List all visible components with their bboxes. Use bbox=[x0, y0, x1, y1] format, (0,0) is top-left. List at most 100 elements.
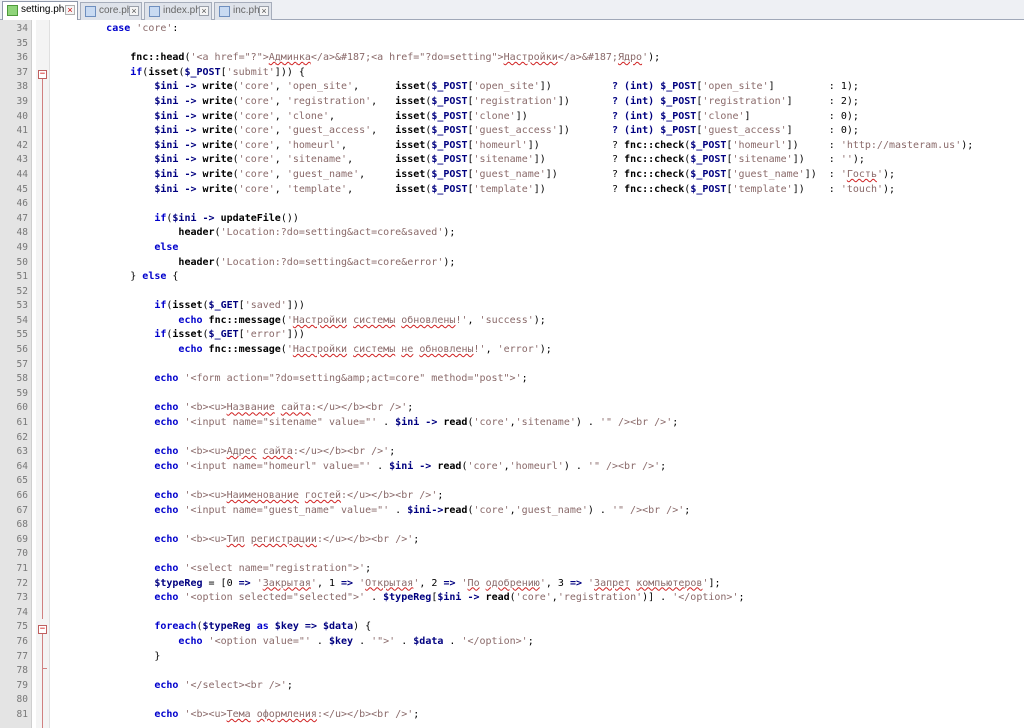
tab-label: setting.php bbox=[21, 4, 70, 15]
code-text: if(isset($_GET['saved'])) bbox=[154, 300, 305, 312]
code-line: 71 echo '<select name="registration">'; bbox=[0, 562, 1024, 577]
close-icon[interactable]: × bbox=[259, 6, 269, 16]
line-number: 34 bbox=[16, 23, 28, 34]
code-text: } bbox=[58, 650, 161, 662]
line-number: 54 bbox=[16, 314, 28, 326]
code-text: echo '<option selected="selected">' . $t… bbox=[154, 592, 745, 604]
code-editor[interactable]: − − 34 case 'core': 35 36 fnc::head('<a hr… bbox=[0, 20, 1024, 728]
code-line: 37 if(isset($_POST['submit'])) { bbox=[0, 66, 1024, 81]
line-number: 74 bbox=[16, 606, 28, 618]
line-number: 61 bbox=[16, 417, 28, 429]
code-line: 51 } else { bbox=[0, 270, 1024, 285]
line-number: 41 bbox=[16, 125, 28, 137]
code-text: $ini -> write('core', 'guest_access', is… bbox=[154, 125, 859, 137]
line-number: 47 bbox=[16, 212, 28, 224]
code-line: 54 echo fnc::message('Настройки системы … bbox=[0, 314, 1024, 329]
close-icon[interactable]: × bbox=[65, 5, 75, 15]
close-icon[interactable]: × bbox=[199, 6, 209, 16]
code-text: $ini -> write('core', 'guest_name', isse… bbox=[154, 168, 896, 180]
code-line: 40 $ini -> write('core', 'clone', isset(… bbox=[0, 110, 1024, 125]
code-line: 35 bbox=[0, 37, 1024, 52]
code-line: 75 foreach($typeReg as $key => $data) { bbox=[0, 620, 1024, 635]
code-line: 39 $ini -> write('core', 'registration',… bbox=[0, 95, 1024, 110]
code-line: 52 bbox=[0, 285, 1024, 300]
line-number: 60 bbox=[16, 402, 28, 414]
code-text: echo '<input name="sitename" value="' . … bbox=[154, 417, 679, 429]
code-line: 50 header('Location:?do=setting&act=core… bbox=[0, 256, 1024, 271]
code-text: $typeReg = [0 => 'Закрытая', 1 => 'Откры… bbox=[154, 577, 721, 589]
code-line: 47 if($ini -> updateFile()) bbox=[0, 212, 1024, 227]
code-text: echo '<b><u>Адрес сайта:</u></b><br />'; bbox=[154, 446, 396, 458]
tab-core-php[interactable]: core.php × bbox=[80, 2, 142, 20]
code-line: 49 else bbox=[0, 241, 1024, 256]
line-number: 75 bbox=[16, 621, 28, 633]
code-line: 46 bbox=[0, 197, 1024, 212]
code-line: 58 echo '<form action="?do=setting&amp;a… bbox=[0, 372, 1024, 387]
code-text: fnc::head('<a href="?">Админка</a>&#187;… bbox=[130, 52, 661, 64]
code-lines: 34 case 'core': 35 36 fnc::head('<a href="… bbox=[0, 22, 1024, 723]
line-number: 69 bbox=[16, 533, 28, 545]
tab-inc-php[interactable]: inc.php × bbox=[214, 2, 272, 20]
code-line: 45 $ini -> write('core', 'template', iss… bbox=[0, 183, 1024, 198]
line-number: 51 bbox=[16, 271, 28, 283]
line-number: 55 bbox=[16, 329, 28, 341]
code-text: echo '<input name="guest_name" value="' … bbox=[154, 504, 691, 516]
code-line: 60 echo '<b><u>Название сайта:</u></b><b… bbox=[0, 401, 1024, 416]
code-text: echo '<b><u>Тип регистрации:</u></b><br … bbox=[154, 533, 420, 545]
code-line: 76 echo '<option value="' . $key . '">' … bbox=[0, 635, 1024, 650]
line-number: 76 bbox=[16, 635, 28, 647]
code-line: 63 echo '<b><u>Адрес сайта:</u></b><br /… bbox=[0, 445, 1024, 460]
code-text: echo '<b><u>Наименование гостей:</u></b>… bbox=[154, 490, 444, 501]
code-text: echo '</select><br />'; bbox=[154, 679, 293, 691]
code-line: 48 header('Location:?do=setting&act=core… bbox=[0, 226, 1024, 241]
code-line: 61 echo '<input name="sitename" value="'… bbox=[0, 416, 1024, 431]
line-number: 65 bbox=[16, 475, 28, 487]
line-number: 38 bbox=[16, 81, 28, 93]
line-number: 79 bbox=[16, 679, 28, 691]
code-line: 72 $typeReg = [0 => 'Закрытая', 1 => 'От… bbox=[0, 577, 1024, 592]
tab-setting-php[interactable]: setting.php × bbox=[2, 1, 78, 21]
code-line: 65 bbox=[0, 474, 1024, 489]
line-number: 40 bbox=[16, 110, 28, 122]
code-line: 42 $ini -> write('core', 'homeurl', isse… bbox=[0, 139, 1024, 154]
code-line: 57 bbox=[0, 358, 1024, 373]
code-line: 62 bbox=[0, 431, 1024, 446]
code-line: 43 $ini -> write('core', 'sitename', iss… bbox=[0, 153, 1024, 168]
code-line: 70 bbox=[0, 547, 1024, 562]
line-number: 53 bbox=[16, 300, 28, 312]
code-text: header('Location:?do=setting&act=core&er… bbox=[178, 256, 456, 268]
tab-bar: setting.php × core.php × index.php × inc… bbox=[0, 0, 1024, 21]
close-icon[interactable]: × bbox=[129, 6, 139, 16]
code-text: $ini -> write('core', 'clone', isset($_P… bbox=[154, 110, 859, 122]
line-number: 57 bbox=[16, 358, 28, 370]
file-icon bbox=[7, 5, 18, 16]
code-line: 36 fnc::head('<a href="?">Админка</a>&#1… bbox=[0, 51, 1024, 66]
code-text: echo '<option value="' . $key . '">' . $… bbox=[178, 635, 534, 647]
line-number: 44 bbox=[16, 168, 28, 180]
line-number: 80 bbox=[16, 694, 28, 706]
file-icon bbox=[85, 6, 96, 17]
code-line: 64 echo '<input name="homeurl" value="' … bbox=[0, 460, 1024, 475]
line-number: 39 bbox=[16, 95, 28, 107]
line-number: 62 bbox=[16, 431, 28, 443]
line-number: 43 bbox=[16, 154, 28, 166]
file-icon bbox=[149, 6, 160, 17]
code-line: 69 echo '<b><u>Тип регистрации:</u></b><… bbox=[0, 533, 1024, 548]
code-text: $ini -> write('core', 'template', isset(… bbox=[154, 183, 896, 195]
line-number: 78 bbox=[16, 665, 28, 677]
line-number: 49 bbox=[16, 241, 28, 253]
line-number: 81 bbox=[16, 708, 28, 720]
code-line: 68 bbox=[0, 518, 1024, 533]
file-icon bbox=[219, 6, 230, 17]
tab-index-php[interactable]: index.php × bbox=[144, 2, 212, 20]
code-text: if(isset($_POST['submit'])) { bbox=[130, 66, 305, 78]
code-line: 34 case 'core': bbox=[0, 22, 1024, 37]
line-number: 66 bbox=[16, 490, 28, 501]
code-line: 55 if(isset($_GET['error'])) bbox=[0, 328, 1024, 343]
code-line: 41 $ini -> write('core', 'guest_access',… bbox=[0, 124, 1024, 139]
code-text: $ini -> write('core', 'homeurl', isset($… bbox=[154, 139, 974, 151]
line-number: 45 bbox=[16, 183, 28, 195]
code-text: echo fnc::message('Настройки системы обн… bbox=[178, 314, 546, 326]
code-line: 53 if(isset($_GET['saved'])) bbox=[0, 299, 1024, 314]
code-text: echo '<b><u>Название сайта:</u></b><br /… bbox=[154, 402, 414, 414]
